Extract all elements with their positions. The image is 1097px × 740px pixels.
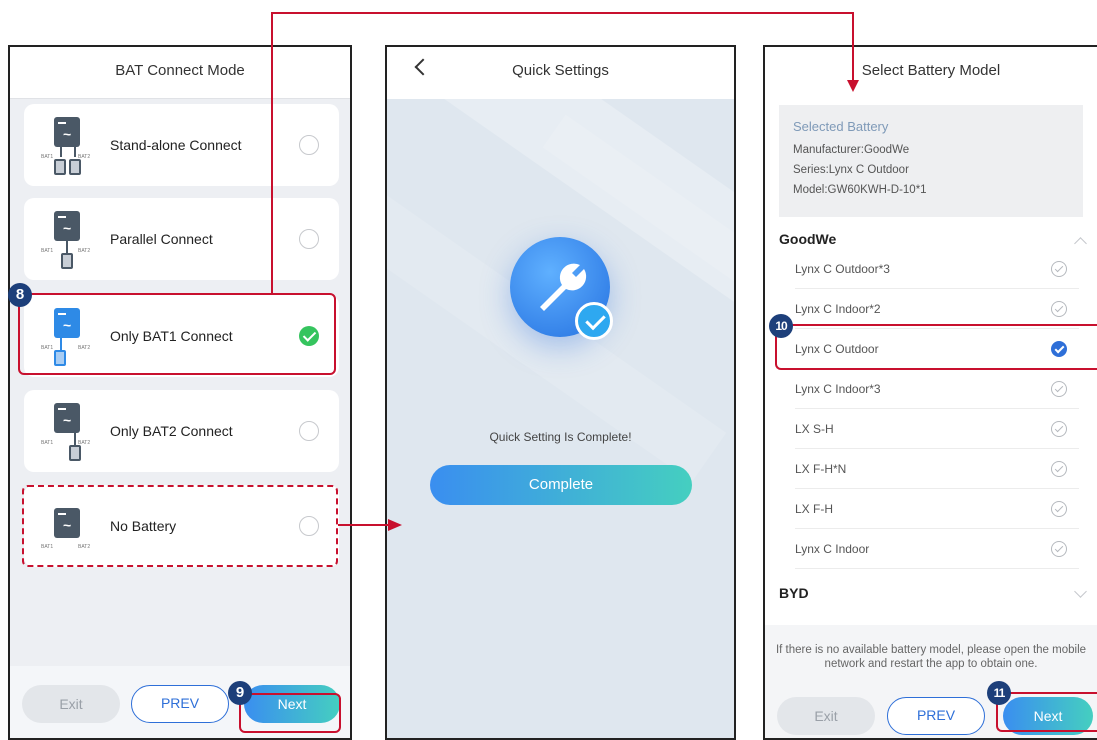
group-name: GoodWe	[779, 231, 837, 247]
model-row[interactable]: Lynx C Indoor*2	[795, 289, 1079, 329]
highlight-lynx-c-outdoor	[775, 324, 1097, 370]
step-8-badge: 8	[8, 283, 32, 307]
group-name: BYD	[779, 585, 809, 601]
check-circle-icon	[1051, 461, 1067, 477]
connector-line	[852, 12, 854, 82]
prev-button[interactable]: PREV	[887, 697, 985, 735]
quick-settings-screen: Quick Settings Quick Setting Is Complete…	[385, 45, 736, 740]
model-row[interactable]: LX F-H*N	[795, 449, 1079, 489]
stage: BAT Connect Mode BAT1BAT2 Stand-alone Co…	[0, 0, 1097, 740]
step-11-badge: 11	[987, 681, 1011, 705]
exit-button[interactable]: Exit	[22, 685, 120, 723]
highlight-no-battery	[22, 485, 338, 567]
bat-connect-mode-screen: BAT Connect Mode BAT1BAT2 Stand-alone Co…	[8, 45, 352, 740]
mode-card-stand-alone[interactable]: BAT1BAT2 Stand-alone Connect	[24, 104, 339, 186]
highlight-next-button	[996, 692, 1097, 732]
mode-card-only-bat2[interactable]: BAT1BAT2 Only BAT2 Connect	[24, 390, 339, 472]
check-circle-icon	[1051, 381, 1067, 397]
highlight-only-bat1	[18, 293, 336, 375]
radio-button[interactable]	[299, 421, 319, 441]
mode-card-parallel[interactable]: BAT1BAT2 Parallel Connect	[24, 198, 339, 280]
no-model-message: If there is no available battery model, …	[775, 644, 1087, 670]
complete-button[interactable]: Complete	[430, 465, 692, 505]
screen-title: Quick Settings	[387, 47, 734, 99]
model-row[interactable]: Lynx C Indoor	[795, 529, 1079, 569]
step-9-badge: 9	[228, 681, 252, 705]
inverter-bat2-icon: BAT1BAT2	[40, 399, 96, 463]
model-row[interactable]: Lynx C Indoor*3	[795, 369, 1079, 409]
selected-battery-panel: Selected Battery Manufacturer:GoodWe Ser…	[779, 105, 1083, 217]
model-text: Model:GW60KWH-D-10*1	[793, 184, 927, 196]
highlight-next-button	[239, 693, 341, 733]
chevron-up-icon	[1074, 237, 1087, 250]
inverter-parallel-battery-icon: BAT1BAT2	[40, 207, 96, 271]
chevron-down-icon	[1074, 585, 1087, 598]
check-circle-icon	[1051, 541, 1067, 557]
check-circle-icon	[1051, 261, 1067, 277]
prev-button[interactable]: PREV	[131, 685, 229, 723]
radio-button[interactable]	[299, 135, 319, 155]
group-header-byd[interactable]: BYD	[779, 585, 1091, 609]
arrow-right-icon	[388, 519, 402, 531]
screen-title: BAT Connect Mode	[10, 47, 350, 99]
series-text: Series:Lynx C Outdoor	[793, 164, 909, 176]
model-row[interactable]: LX S-H	[795, 409, 1079, 449]
checkmark-icon	[575, 302, 613, 340]
mode-label: Only BAT2 Connect	[110, 423, 233, 439]
connector-line	[271, 12, 273, 294]
model-row[interactable]: Lynx C Outdoor*3	[795, 249, 1079, 289]
check-circle-icon	[1051, 501, 1067, 517]
select-battery-model-screen: Select Battery Model Selected Battery Ma…	[763, 45, 1097, 740]
check-circle-icon	[1051, 421, 1067, 437]
model-row[interactable]: LX F-H	[795, 489, 1079, 529]
arrow-down-icon	[847, 80, 859, 92]
connector-line	[338, 524, 390, 526]
check-circle-icon	[1051, 301, 1067, 317]
manufacturer-text: Manufacturer:GoodWe	[793, 144, 910, 156]
exit-button[interactable]: Exit	[777, 697, 875, 735]
radio-button[interactable]	[299, 229, 319, 249]
screen-title: Select Battery Model	[765, 47, 1097, 99]
connector-line	[271, 12, 854, 14]
inverter-two-battery-icon: BAT1BAT2	[40, 113, 96, 177]
step-10-badge: 10	[769, 314, 793, 338]
completion-message: Quick Setting Is Complete!	[489, 430, 632, 444]
selected-battery-heading: Selected Battery	[793, 119, 889, 134]
